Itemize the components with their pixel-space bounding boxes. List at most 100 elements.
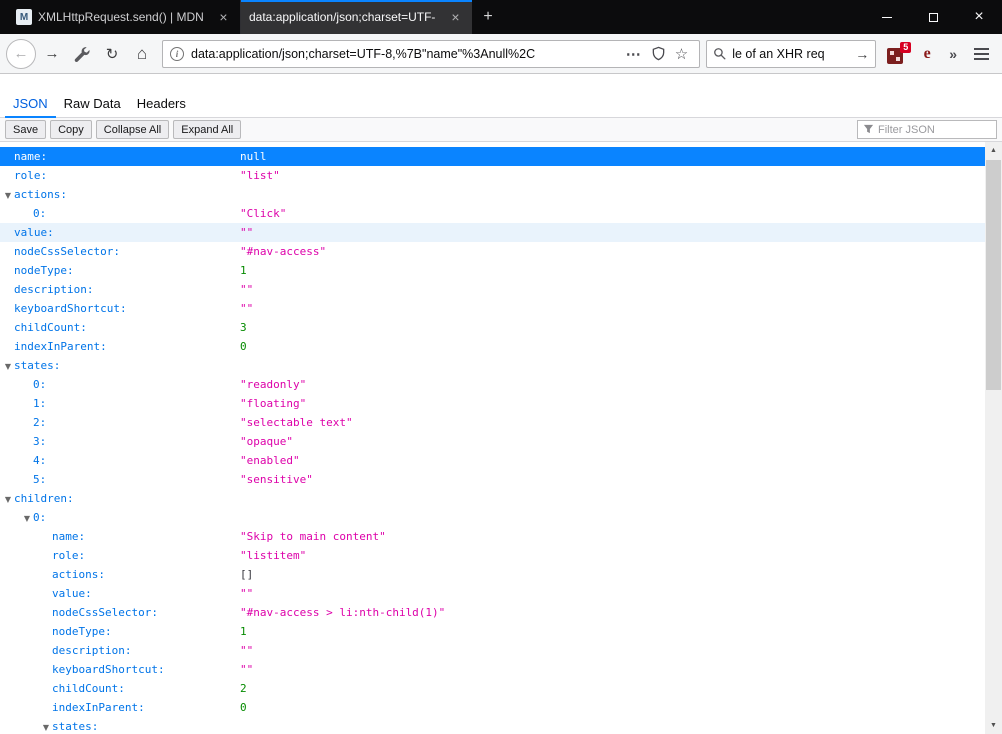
menu-button[interactable] [966,40,996,68]
json-tree: name: null role: "list" ▼ actions: 0: "Click" va… [0,142,985,734]
minimize-button[interactable] [864,0,910,34]
collapse-all-button[interactable]: Collapse All [95,120,170,139]
json-row[interactable]: name: "Skip to main content" [0,527,985,546]
copy-button[interactable]: Copy [50,120,92,139]
json-row[interactable]: keyboardShortcut: "" [0,299,985,318]
json-row[interactable]: nodeType: 1 [0,261,985,280]
scroll-up-icon[interactable]: ▲ [985,142,1002,159]
twisty-expanded-icon[interactable]: ▼ [2,357,14,376]
browser-tab-json[interactable]: data:application/json;charset=UTF- × [240,0,472,34]
search-go-icon[interactable]: → [852,46,869,62]
json-value: "selectable text" [240,416,353,429]
json-value: [] [240,568,254,581]
json-row[interactable]: nodeCssSelector: "#nav-access" [0,242,985,261]
json-row[interactable]: value: "" [0,584,985,603]
json-value: 2 [240,682,247,695]
json-key: children: [14,492,74,505]
json-row[interactable]: description: "" [0,280,985,299]
forward-button[interactable]: → [38,40,66,68]
twisty-expanded-icon[interactable]: ▼ [2,490,14,509]
json-value: "" [240,587,254,600]
home-button[interactable]: ⌂ [128,40,156,68]
tab-json[interactable]: JSON [5,96,56,118]
json-row[interactable]: 2: "selectable text" [0,413,985,432]
json-row[interactable]: ▼ children: [0,489,985,508]
scrollbar-thumb[interactable] [986,160,1001,390]
json-row[interactable]: childCount: 2 [0,679,985,698]
scroll-down-icon[interactable]: ▼ [985,717,1002,734]
json-key: nodeType: [52,625,112,638]
json-row[interactable]: keyboardShortcut: "" [0,660,985,679]
twisty-expanded-icon[interactable]: ▼ [40,718,52,734]
json-row[interactable]: childCount: 3 [0,318,985,337]
reload-icon: ↻ [105,45,119,63]
json-row[interactable]: actions: [] [0,565,985,584]
filter-json-input[interactable] [878,123,991,136]
page-actions-button[interactable]: ⋯ [621,45,646,63]
filter-json-box[interactable] [857,120,997,139]
json-value: 1 [240,625,247,638]
json-row[interactable]: value: "" [0,223,985,242]
tab-close-icon[interactable]: × [447,9,464,25]
shield-icon[interactable] [646,46,671,61]
json-key: 1: [33,397,47,410]
json-row[interactable]: description: "" [0,641,985,660]
json-value: "Skip to main content" [240,530,386,543]
minimize-icon [882,16,892,18]
extension-button-1[interactable]: 5 [887,41,912,66]
tools-button[interactable] [68,40,96,68]
json-key: 3: [33,435,47,448]
json-key: description: [52,644,132,657]
new-tab-button[interactable]: + [472,0,504,34]
json-value: "#nav-access" [240,245,327,258]
maximize-button[interactable] [910,0,956,34]
json-row[interactable]: ▼ 0: [0,508,985,527]
tab-close-icon[interactable]: × [215,9,232,25]
json-row[interactable]: 0: "readonly" [0,375,985,394]
json-key: indexInParent: [14,340,107,353]
extension-button-2[interactable]: e [918,45,936,63]
json-row[interactable]: name: null [0,147,985,166]
search-input[interactable] [732,46,853,61]
json-row[interactable]: ▼ actions: [0,185,985,204]
vertical-scrollbar[interactable]: ▲ ▼ [985,142,1002,734]
json-row[interactable]: nodeCssSelector: "#nav-access > li:nth-ch… [0,603,985,622]
json-value: "sensitive" [240,473,313,486]
json-row[interactable]: 0: "Click" [0,204,985,223]
json-value: 1 [240,264,247,277]
expand-all-button[interactable]: Expand All [173,120,242,139]
json-key: name: [52,530,86,543]
browser-tab-mdn[interactable]: M XMLHttpRequest.send() | MDN × [8,0,240,34]
twisty-expanded-icon[interactable]: ▼ [21,509,33,528]
json-value: "listitem" [240,549,307,562]
twisty-expanded-icon[interactable]: ▼ [2,186,14,205]
json-row[interactable]: indexInParent: 0 [0,337,985,356]
bookmark-star-icon[interactable]: ☆ [671,45,692,63]
close-window-button[interactable]: × [956,0,1002,34]
json-row[interactable]: ▼ states: [0,356,985,375]
search-bar[interactable]: → [706,39,877,68]
save-button[interactable]: Save [5,120,47,139]
json-row[interactable]: 1: "floating" [0,394,985,413]
back-button[interactable]: ← [6,38,36,69]
tab-headers[interactable]: Headers [129,96,194,118]
json-viewer-content: name: null role: "list" ▼ actions: 0: "Click" va… [0,142,1002,734]
overflow-chevron-button[interactable]: » [942,46,964,62]
json-row[interactable]: role: "list" [0,166,985,185]
tab-raw-data[interactable]: Raw Data [56,96,129,118]
json-row[interactable]: 5: "sensitive" [0,470,985,489]
extension-badge: 5 [900,41,912,53]
filter-icon [863,124,874,135]
json-row[interactable]: ▼ states: [0,717,985,734]
reload-button[interactable]: ↻ [98,40,126,68]
navigation-toolbar: ← → ↻ ⌂ i data:application/json;charset=… [0,34,1002,74]
url-bar[interactable]: i data:application/json;charset=UTF-8,%7… [162,39,701,68]
url-text[interactable]: data:application/json;charset=UTF-8,%7B"… [191,46,621,61]
info-icon[interactable]: i [170,46,184,61]
json-row[interactable]: role: "listitem" [0,546,985,565]
json-row[interactable]: 3: "opaque" [0,432,985,451]
mdn-favicon: M [16,9,32,25]
json-row[interactable]: 4: "enabled" [0,451,985,470]
json-row[interactable]: indexInParent: 0 [0,698,985,717]
json-row[interactable]: nodeType: 1 [0,622,985,641]
